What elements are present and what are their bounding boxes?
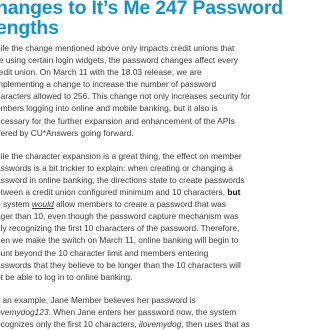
text-run: ecessary for the further expansion and e… bbox=[0, 115, 235, 126]
text-run: assword in online banking, the direction… bbox=[0, 174, 245, 185]
paragraph-line: ot be able to log in to online banking. bbox=[0, 271, 264, 283]
article-body: hile the change mentioned above only imp… bbox=[0, 42, 264, 330]
text-run: nly recognizing the first 10 characters … bbox=[0, 223, 240, 234]
text-run: ount beyond the 10 character limit and m… bbox=[0, 247, 209, 258]
paragraph-line: hile the character expansion is a great … bbox=[0, 150, 264, 162]
paragraph-line: ount beyond the 10 character limit and m… bbox=[0, 247, 264, 259]
text-run: allow members to create a password that … bbox=[53, 199, 226, 210]
text-run: s an example, Jane Member believes her p… bbox=[0, 294, 196, 305]
text-run: etween a credit union configured minimum… bbox=[0, 187, 228, 198]
text-run: hile the change mentioned above only imp… bbox=[0, 43, 235, 53]
text-run: asswords that they believe to be longer … bbox=[0, 259, 241, 270]
paragraph-line: hile the change mentioned above only imp… bbox=[0, 42, 264, 54]
paragraph-line: ecessary for the further expansion and e… bbox=[0, 115, 264, 127]
paragraph-line: assword in online banking, the direction… bbox=[0, 174, 264, 186]
article-title: hanges to It’s Me 247 Password engths bbox=[0, 0, 283, 39]
paragraph-line: s an example, Jane Member believes her p… bbox=[0, 294, 264, 306]
paragraph-line: ffered by CU*Answers going forward. bbox=[0, 127, 264, 139]
text-run: , then uses that as bbox=[181, 318, 250, 329]
text-run: embers logging into online and mobile ba… bbox=[0, 103, 218, 114]
text-run: ot be able to log in to online banking. bbox=[0, 271, 133, 282]
paragraph-line: e system would allow members to create a… bbox=[0, 198, 264, 210]
text-run: hen we make the switch on March 11, onli… bbox=[0, 235, 239, 246]
text-run: e system bbox=[0, 199, 30, 210]
text-run: hile the character expansion is a great … bbox=[0, 150, 242, 161]
text-run: ffered by CU*Answers going forward. bbox=[0, 127, 134, 138]
paragraph-line: asswords is a bit trickier to explain: w… bbox=[0, 162, 264, 174]
body-paragraph: hile the change mentioned above only imp… bbox=[0, 42, 264, 139]
paragraph-line: haracters allowed to 256. This change no… bbox=[0, 90, 264, 102]
text-run: re using certain login widgets, the pass… bbox=[0, 55, 238, 66]
body-paragraph: hile the character expansion is a great … bbox=[0, 150, 264, 283]
article: hanges to It’s Me 247 Password engths hi… bbox=[0, 0, 283, 330]
paragraph-line: nly recognizing the first 10 characters … bbox=[0, 222, 264, 234]
text-run: redit union. On March 11 with the 18.03 … bbox=[0, 67, 202, 78]
paragraph-line: ecognizes only the first 10 characters, … bbox=[0, 318, 264, 330]
bold-text: but bbox=[227, 187, 241, 198]
paragraph-line: hen we make the switch on March 11, onli… bbox=[0, 234, 264, 246]
paragraph-line: etween a credit union configured minimum… bbox=[0, 186, 264, 198]
paragraph-line: redit union. On March 11 with the 18.03 … bbox=[0, 66, 264, 78]
italic-text: ilovemydog bbox=[138, 318, 182, 329]
paragraph-line: nger than 10, even though the password c… bbox=[0, 210, 264, 222]
paragraph-line: embers logging into online and mobile ba… bbox=[0, 102, 264, 114]
text-run: haracters allowed to 256. This change no… bbox=[0, 91, 251, 102]
paragraph-line: re using certain login widgets, the pass… bbox=[0, 54, 264, 66]
text-run: mplementing a change to increase the num… bbox=[0, 79, 217, 90]
text-run: nger than 10, even though the password c… bbox=[0, 211, 239, 222]
paragraph-line: asswords that they believe to be longer … bbox=[0, 259, 264, 271]
text-run: asswords is a bit trickier to explain: w… bbox=[0, 162, 233, 173]
text-run: ecognizes only the first 10 characters, bbox=[0, 318, 139, 329]
paragraph-line: mplementing a change to increase the num… bbox=[0, 78, 264, 90]
article-title-line: engths bbox=[0, 17, 59, 39]
underlined-emphasis-text: would bbox=[31, 199, 54, 210]
